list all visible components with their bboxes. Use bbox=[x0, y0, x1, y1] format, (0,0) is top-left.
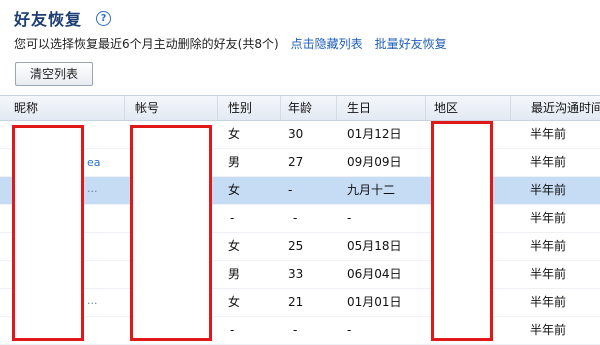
column-gender[interactable]: 性别 bbox=[217, 96, 280, 120]
page-title: 好友恢复 bbox=[14, 10, 83, 29]
column-birthday[interactable]: 生日 bbox=[336, 96, 425, 120]
table-row-selected[interactable]: ... 女 - 九月十二 半年前 bbox=[0, 177, 600, 205]
age-cell: 30 bbox=[288, 127, 304, 141]
description-bar: 您可以选择恢复最近6个月主动删除的好友(共8个) 点击隐藏列表 批量好友恢复 bbox=[14, 35, 447, 52]
table-row[interactable]: ea 男 27 09月09日 半年前 bbox=[0, 149, 600, 177]
gender-cell: - bbox=[230, 323, 235, 337]
table-body: 女 30 01月12日 半年前 ea 男 27 09月09日 半年前 ... 女… bbox=[0, 121, 600, 345]
last-contact-cell: 半年前 bbox=[530, 183, 567, 197]
birthday-cell: 01月12日 bbox=[347, 127, 402, 141]
table-row[interactable]: 男 33 06月04日 半年前 bbox=[0, 261, 600, 289]
table-row[interactable]: 女 30 01月12日 半年前 bbox=[0, 121, 600, 149]
gender-cell: 女 bbox=[228, 239, 241, 253]
gender-cell: 男 bbox=[228, 267, 241, 281]
nickname-fragment: ea bbox=[87, 156, 101, 169]
last-contact-cell: 半年前 bbox=[530, 295, 567, 309]
age-cell: 25 bbox=[288, 239, 304, 253]
last-contact-cell: 半年前 bbox=[530, 127, 567, 141]
age-cell: - bbox=[293, 323, 298, 337]
birthday-cell: - bbox=[347, 323, 352, 337]
table-row[interactable]: - - - 半年前 bbox=[0, 205, 600, 233]
nickname-fragment: ... bbox=[87, 294, 98, 307]
age-cell: 27 bbox=[288, 155, 304, 169]
age-cell: - bbox=[288, 183, 293, 197]
age-cell: 21 bbox=[288, 295, 304, 309]
nickname-fragment: ... bbox=[87, 182, 98, 195]
table-row[interactable]: 女 25 05月18日 半年前 bbox=[0, 233, 600, 261]
last-contact-cell: 半年前 bbox=[530, 239, 567, 253]
birthday-cell: 九月十二 bbox=[347, 183, 396, 197]
birthday-cell: 05月18日 bbox=[347, 239, 402, 253]
gender-cell: 女 bbox=[228, 127, 241, 141]
last-contact-cell: 半年前 bbox=[530, 155, 567, 169]
gender-cell: 女 bbox=[228, 183, 241, 197]
redaction-box-nickname bbox=[12, 125, 84, 341]
redaction-box-account bbox=[130, 125, 212, 341]
redaction-box-region bbox=[431, 121, 493, 341]
description-text: 您可以选择恢复最近6个月主动删除的好友(共8个) bbox=[14, 37, 279, 51]
column-nickname[interactable]: 昵称 bbox=[0, 96, 124, 120]
clear-list-button[interactable]: 清空列表 bbox=[15, 62, 93, 86]
column-last-contact[interactable]: 最近沟通时间 bbox=[510, 96, 600, 120]
gender-cell: 女 bbox=[228, 295, 241, 309]
birthday-cell: 06月04日 bbox=[347, 267, 402, 281]
table-row[interactable]: ... 女 21 01月01日 半年前 bbox=[0, 289, 600, 317]
friend-table: 昵称 帐号 性别 年龄 生日 地区 最近沟通时间 女 30 01月12日 半年前… bbox=[0, 95, 600, 345]
last-contact-cell: 半年前 bbox=[530, 267, 567, 281]
column-region[interactable]: 地区 bbox=[425, 96, 510, 120]
gender-cell: - bbox=[230, 211, 235, 225]
age-cell: 33 bbox=[288, 267, 304, 281]
birthday-cell: 09月09日 bbox=[347, 155, 402, 169]
hide-list-link[interactable]: 点击隐藏列表 bbox=[291, 35, 363, 52]
birthday-cell: - bbox=[347, 211, 352, 225]
age-cell: - bbox=[293, 211, 298, 225]
table-header: 昵称 帐号 性别 年龄 生日 地区 最近沟通时间 bbox=[0, 95, 600, 121]
last-contact-cell: 半年前 bbox=[530, 323, 567, 337]
birthday-cell: 01月01日 bbox=[347, 295, 402, 309]
help-icon[interactable]: ? bbox=[96, 10, 112, 26]
title-bar: 好友恢复 ? bbox=[14, 6, 112, 30]
gender-cell: 男 bbox=[228, 155, 241, 169]
last-contact-cell: 半年前 bbox=[530, 211, 567, 225]
batch-restore-link[interactable]: 批量好友恢复 bbox=[375, 35, 447, 52]
column-age[interactable]: 年龄 bbox=[280, 96, 336, 120]
column-account[interactable]: 帐号 bbox=[124, 96, 217, 120]
table-row[interactable]: - - - 半年前 bbox=[0, 317, 600, 345]
